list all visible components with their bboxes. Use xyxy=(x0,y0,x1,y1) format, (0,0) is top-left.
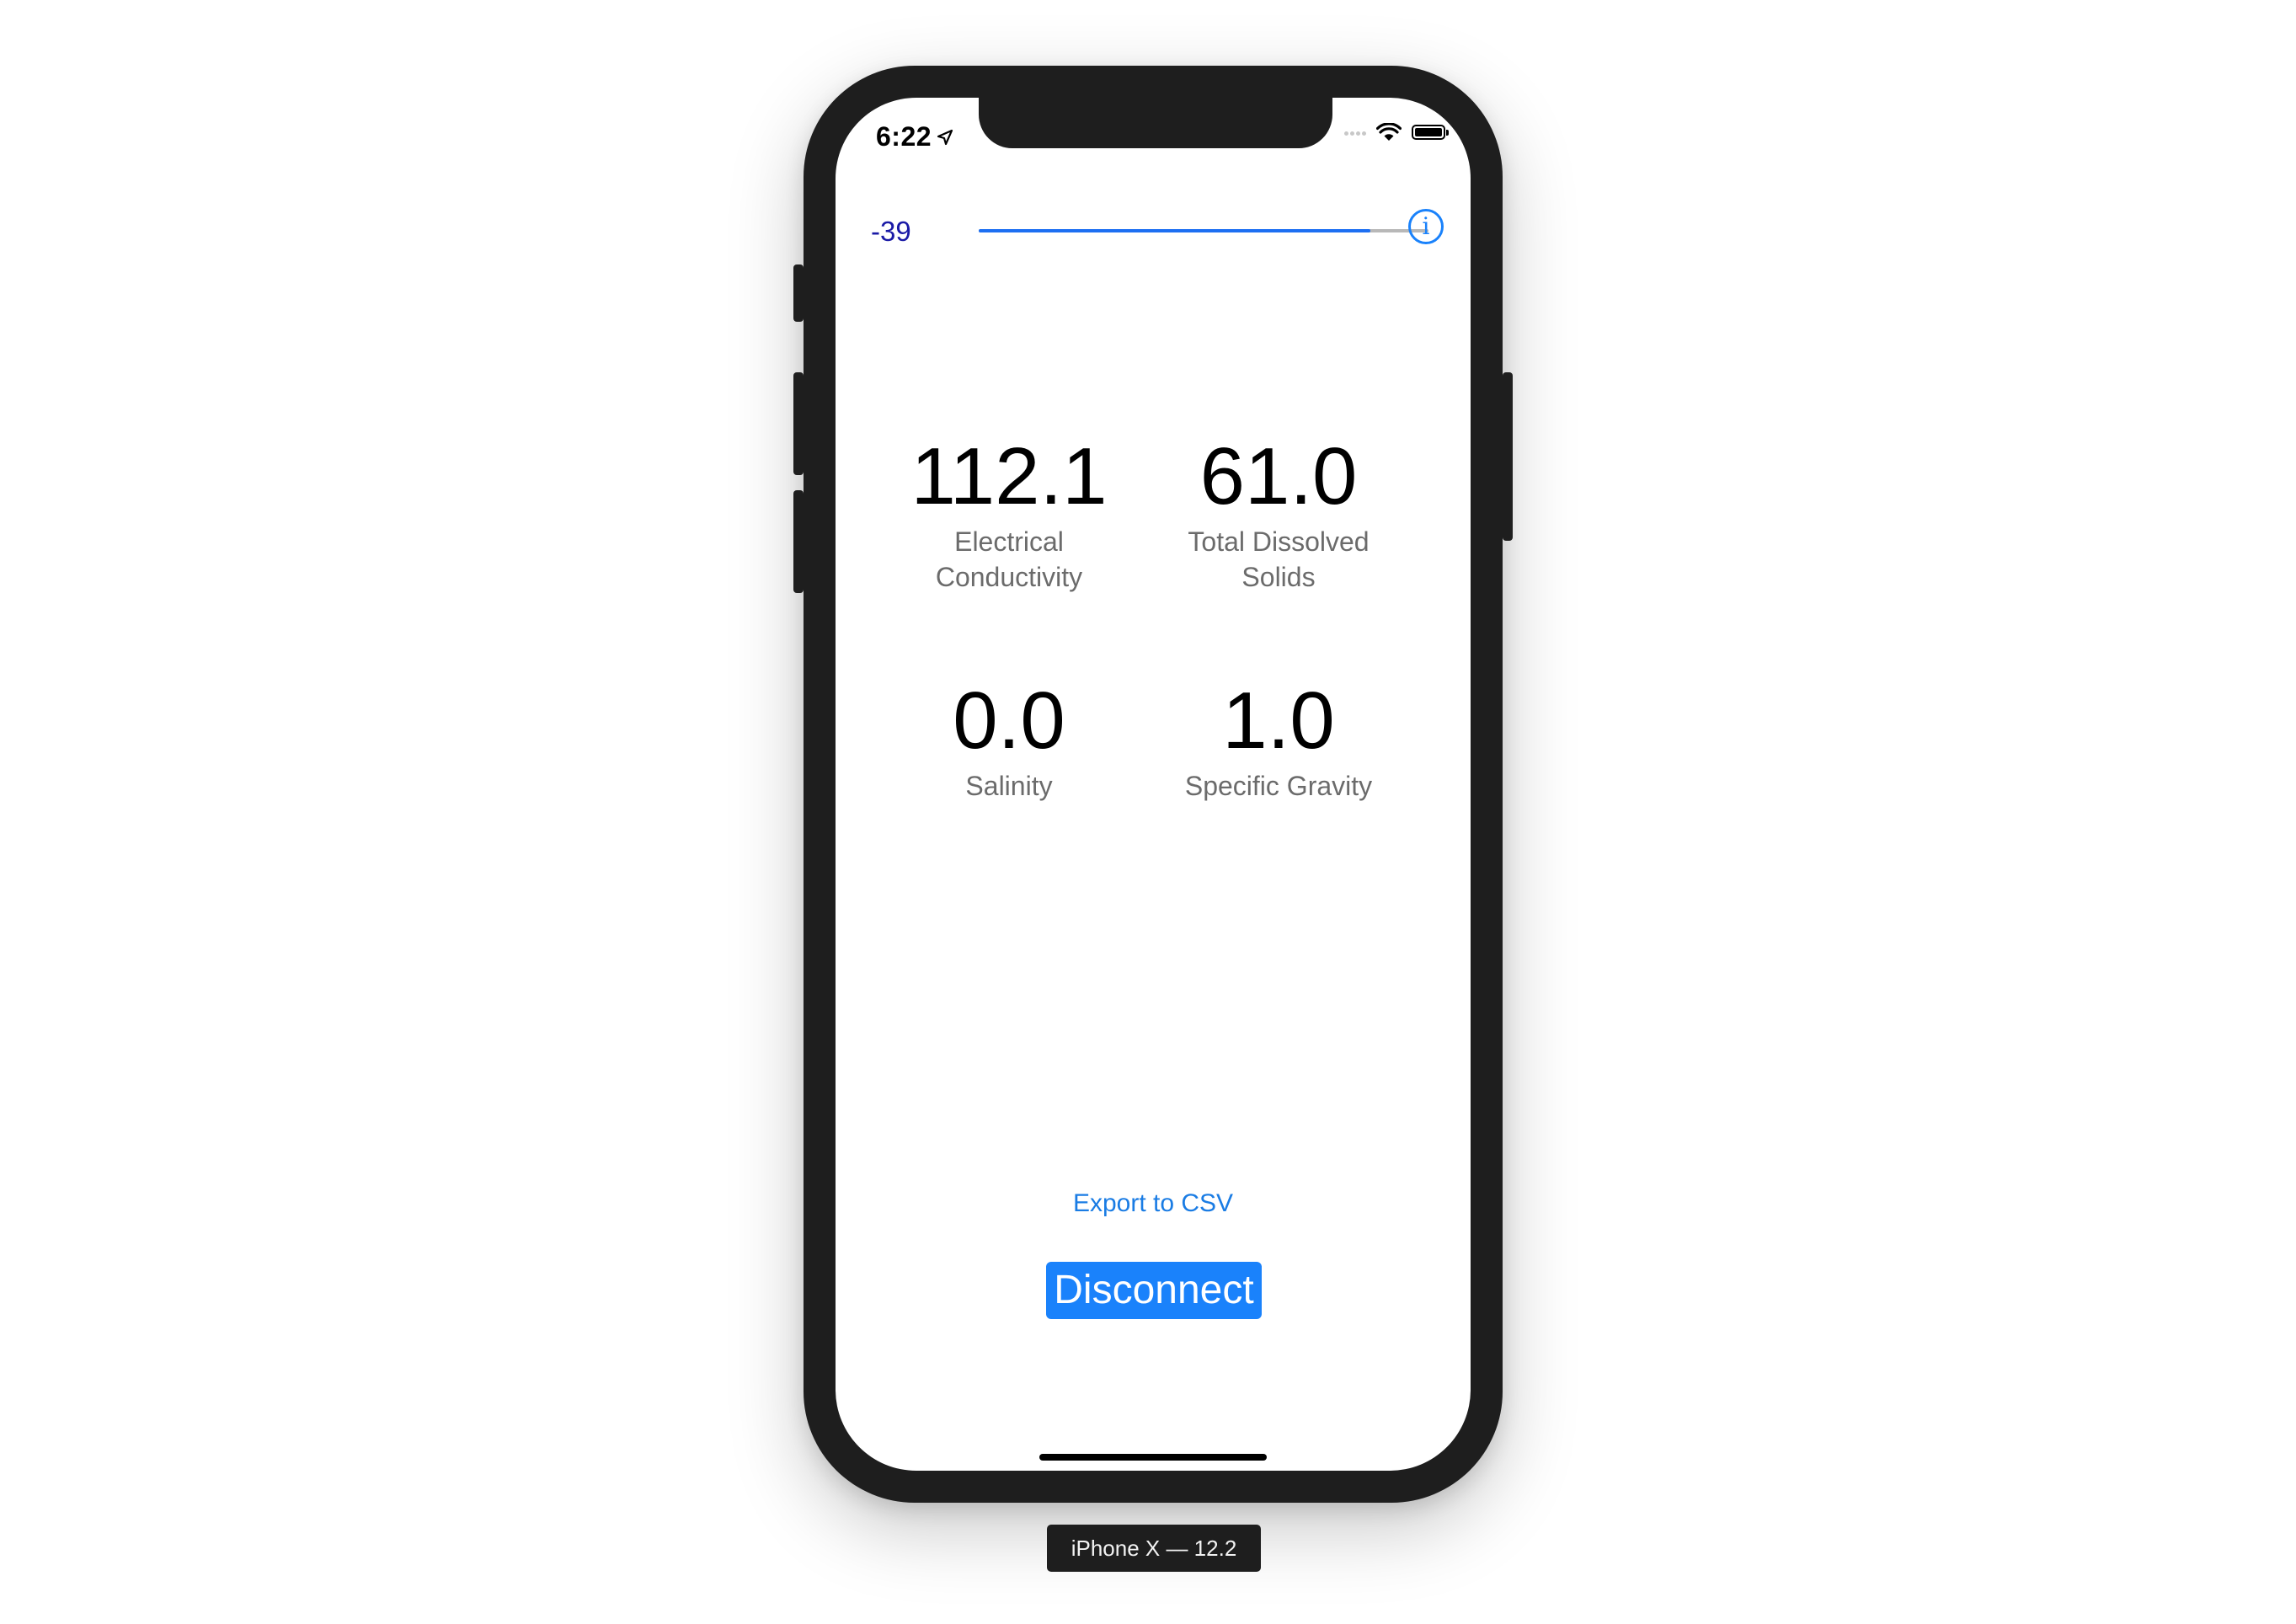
metric-value: 61.0 xyxy=(1199,431,1358,521)
battery-icon xyxy=(1412,125,1449,140)
app-screen: 6:22 -39 i 112.1 Electrical Conductivity… xyxy=(836,98,1471,1471)
iphone-frame: 6:22 -39 i 112.1 Electrical Conductivity… xyxy=(793,66,1513,1503)
power-button xyxy=(1503,372,1513,541)
metric-specific-gravity: 1.0 Specific Gravity xyxy=(1152,679,1405,804)
volume-down-button xyxy=(793,490,804,593)
signal-strength-bar xyxy=(979,229,1428,232)
signal-strength-fill xyxy=(979,229,1370,232)
metric-value: 0.0 xyxy=(953,676,1065,766)
metric-electrical-conductivity: 112.1 Electrical Conductivity xyxy=(883,435,1135,595)
metric-salinity: 0.0 Salinity xyxy=(883,679,1135,804)
rssi-value: -39 xyxy=(871,216,911,247)
notch xyxy=(979,98,1332,148)
status-time-text: 6:22 xyxy=(876,121,932,152)
metric-value: 112.1 xyxy=(910,431,1108,521)
home-indicator xyxy=(1039,1454,1267,1461)
metric-label: Electrical Conductivity xyxy=(935,526,1083,592)
status-bar-time: 6:22 xyxy=(876,121,953,152)
status-bar-indicators xyxy=(1343,123,1449,142)
wifi-icon xyxy=(1376,123,1402,141)
metric-label: Total Dissolved Solids xyxy=(1188,526,1370,592)
disconnect-button[interactable]: Disconnect xyxy=(1046,1262,1262,1319)
metric-total-dissolved-solids: 61.0 Total Dissolved Solids xyxy=(1152,435,1405,595)
location-arrow-icon xyxy=(937,129,953,145)
export-csv-button[interactable]: Export to CSV xyxy=(836,1189,1471,1218)
cellular-signal-icon xyxy=(1343,125,1366,140)
metric-label: Salinity xyxy=(965,771,1053,801)
info-icon[interactable]: i xyxy=(1408,209,1444,244)
metric-label: Specific Gravity xyxy=(1184,771,1373,801)
metric-value: 1.0 xyxy=(1222,676,1335,766)
device-caption: iPhone X — 12.2 xyxy=(1047,1525,1261,1572)
volume-up-button xyxy=(793,372,804,475)
mute-switch xyxy=(793,264,804,322)
info-glyph: i xyxy=(1422,212,1430,240)
signal-strength-row: -39 i xyxy=(871,207,1444,254)
